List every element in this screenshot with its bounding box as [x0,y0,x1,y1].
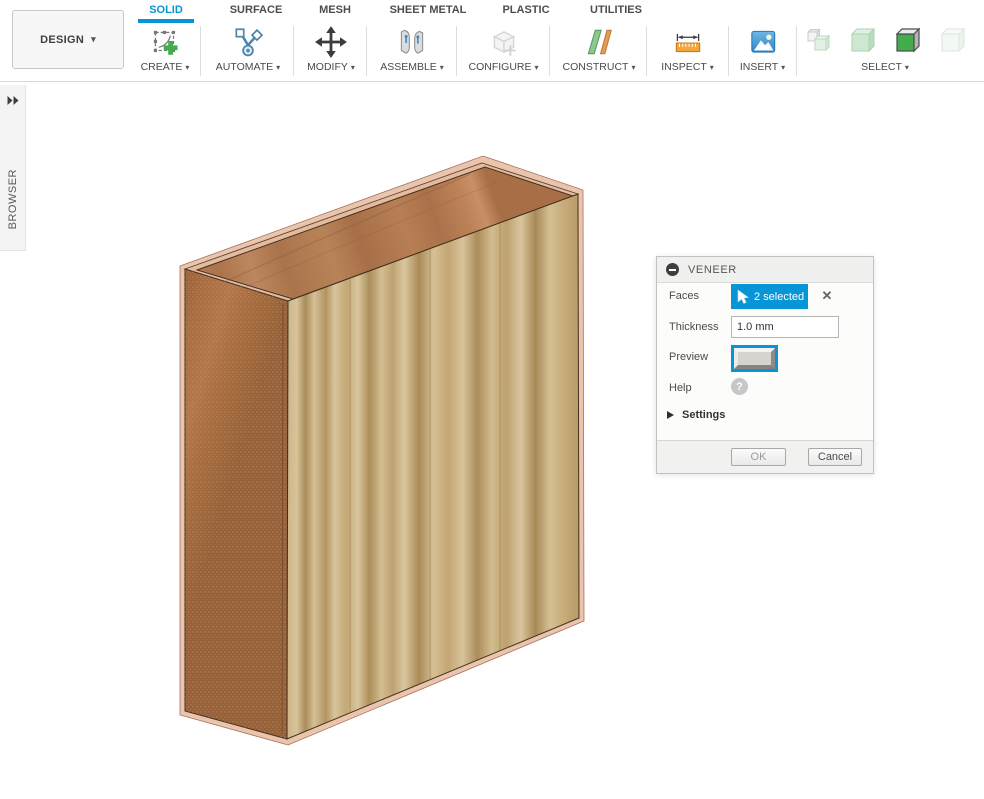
select-component-icon[interactable] [802,24,834,61]
tab-mesh[interactable]: MESH [312,3,358,20]
toolbar-group-select[interactable]: SELECT▾ [799,24,971,78]
toolbar-separator [796,26,797,76]
image-icon [731,24,794,60]
toolbar-separator [456,26,457,76]
move-icon [297,24,365,60]
tab-label: UTILITIES [590,4,642,16]
joint-icon [369,24,455,60]
help-icon[interactable]: ? [731,378,748,395]
chevron-down-icon: ▾ [905,63,909,72]
construct-plane-icon [554,24,644,60]
toolbar-separator [366,26,367,76]
dialog-footer: OK Cancel [657,440,873,473]
chevron-down-icon: ▾ [91,34,96,45]
group-label: ASSEMBLE [380,61,437,73]
cursor-icon [737,289,749,305]
tab-plastic[interactable]: PLASTIC [498,3,554,20]
veneer-dialog: VENEER Faces 2 selected ✕ Thickness Prev… [656,256,874,474]
chevron-right-icon [667,411,674,419]
group-label: INSPECT [661,61,707,73]
toolbar: DESIGN ▾ SOLID SURFACE MESH SHEET METAL … [0,0,984,82]
toolbar-group-construct[interactable]: CONSTRUCT▾ [554,24,644,78]
dialog-header[interactable]: VENEER [657,257,873,283]
toolbar-group-insert[interactable]: INSERT▾ [731,24,794,78]
chevron-down-icon: ▾ [631,63,635,72]
group-label: INSERT [740,61,778,73]
toolbar-group-automate[interactable]: AUTOMATE▾ [205,24,291,78]
collapse-dialog-icon[interactable] [666,263,679,276]
help-glyph: ? [736,381,743,393]
cancel-button[interactable]: Cancel [808,448,862,466]
faces-selection-button[interactable]: 2 selected [731,284,808,309]
toolbar-separator [293,26,294,76]
automate-icon [205,24,291,60]
chevron-down-icon: ▾ [276,63,280,72]
group-label: CONSTRUCT [563,61,629,73]
tab-label: SOLID [149,4,183,16]
toolbar-group-assemble[interactable]: ASSEMBLE▾ [369,24,455,78]
chevron-down-icon: ▾ [781,63,785,72]
group-label: CONFIGURE [468,61,531,73]
create-sketch-icon [131,24,199,60]
side-face-texture [185,269,288,739]
thickness-label: Thickness [669,321,719,333]
toolbar-separator [728,26,729,76]
toolbar-separator [549,26,550,76]
tab-sheet-metal[interactable]: SHEET METAL [386,3,470,20]
chevron-down-icon: ▾ [440,63,444,72]
dialog-title: VENEER [688,264,737,276]
select-body-icon[interactable] [847,24,879,61]
chevron-down-icon: ▾ [710,63,714,72]
toolbar-group-inspect[interactable]: INSPECT▾ [649,24,726,78]
faces-count: 2 selected [754,291,804,303]
toolbar-group-configure[interactable]: CONFIGURE▾ [459,24,548,78]
tab-label: PLASTIC [502,4,549,16]
clear-selection-icon[interactable]: ✕ [818,287,836,305]
expand-panel-icon[interactable] [6,93,19,111]
faces-label: Faces [669,290,699,302]
toolbar-separator [200,26,201,76]
measure-icon [649,24,726,60]
chevron-down-icon: ▾ [351,63,355,72]
tab-label: MESH [319,4,351,16]
toolbar-group-create[interactable]: CREATE▾ [131,24,199,78]
select-face-icon[interactable] [892,24,924,61]
group-label: MODIFY [307,61,348,73]
select-ghost-icon[interactable] [937,24,969,61]
toolbar-group-modify[interactable]: MODIFY▾ [297,24,365,78]
tab-solid[interactable]: SOLID [138,3,194,20]
toolbar-separator [646,26,647,76]
workspace-switcher[interactable]: DESIGN ▾ [12,10,124,69]
workspace-label: DESIGN [40,34,84,46]
thickness-input[interactable] [731,316,839,338]
preview-label: Preview [669,351,708,363]
group-label: AUTOMATE [216,61,273,73]
preview-toggle-button[interactable] [731,345,778,372]
settings-expander[interactable]: Settings [667,409,725,421]
ok-button[interactable]: OK [731,448,786,466]
tab-utilities[interactable]: UTILITIES [586,3,646,20]
chevron-down-icon: ▾ [185,63,189,72]
group-label: CREATE [141,61,183,73]
settings-label: Settings [682,409,725,421]
tab-surface[interactable]: SURFACE [218,3,294,20]
group-label: SELECT [861,61,902,73]
tab-label: SHEET METAL [390,4,467,16]
configure-icon [459,24,548,60]
help-label: Help [669,382,692,394]
browser-panel-tab[interactable]: BROWSER [0,85,26,251]
chevron-down-icon: ▾ [534,63,538,72]
preview-thumbnail [734,348,775,369]
tab-label: SURFACE [230,4,283,16]
browser-panel-label: BROWSER [7,169,19,229]
